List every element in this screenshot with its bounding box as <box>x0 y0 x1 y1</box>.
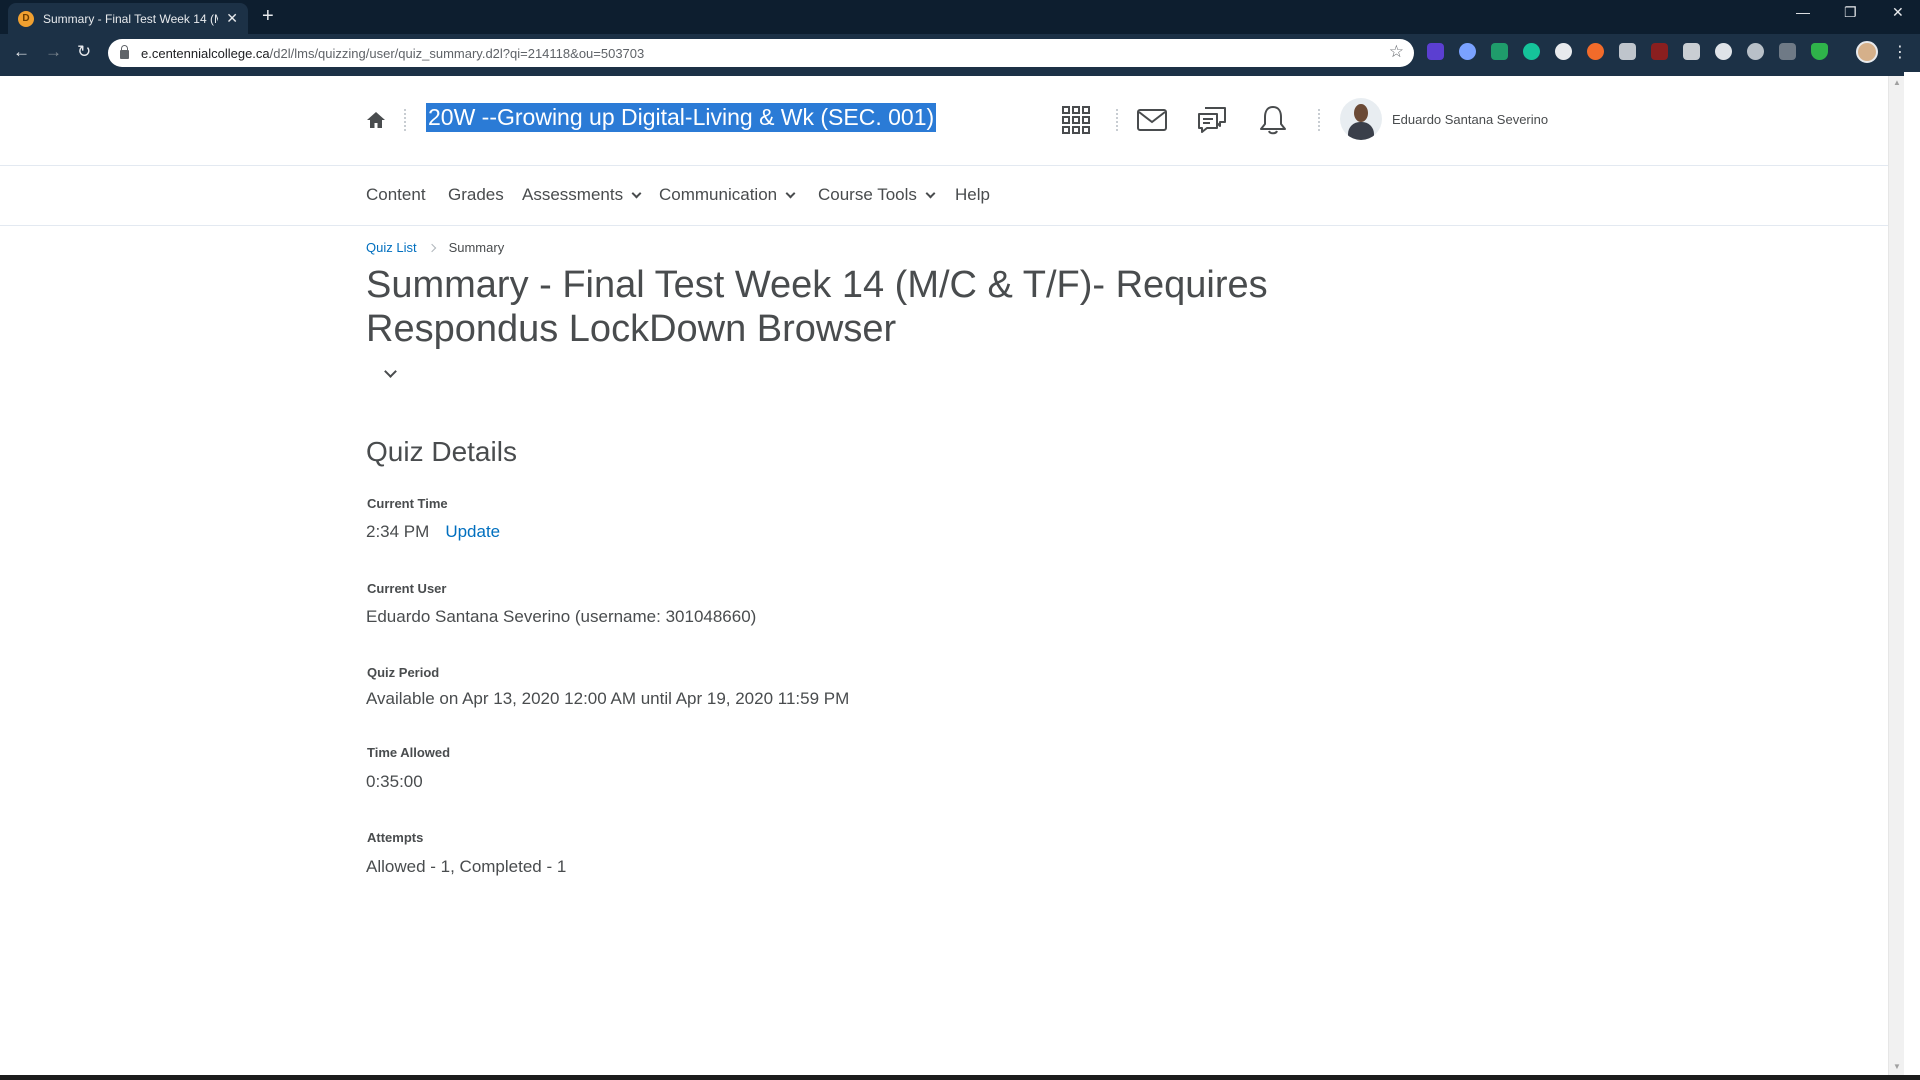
scroll-up-icon[interactable]: ▲ <box>1893 78 1901 87</box>
current-user-value: Eduardo Santana Severino (username: 3010… <box>366 607 757 626</box>
course-selector-grid-icon[interactable] <box>1060 104 1092 136</box>
course-title[interactable]: 20W --Growing up Digital-Living & Wk (SE… <box>426 103 937 132</box>
bookmark-star-icon[interactable]: ☆ <box>1389 42 1404 62</box>
time-allowed-value: 0:35:00 <box>366 772 423 791</box>
close-window-icon[interactable]: ✕ <box>1892 4 1904 21</box>
home-icon[interactable] <box>366 110 386 130</box>
discussions-icon[interactable] <box>1196 104 1228 136</box>
breadcrumb-quiz-list-link[interactable]: Quiz List <box>366 240 417 255</box>
quiz-details-heading: Quiz Details <box>366 436 517 467</box>
time-allowed-label: Time Allowed <box>367 745 451 760</box>
nav-item-assessments[interactable]: Assessments <box>522 185 642 205</box>
page-title: Summary - Final Test Week 14 (M/C & T/F)… <box>366 264 1268 350</box>
course-navbar: Content Grades Assessments Communication… <box>0 166 1904 226</box>
extension-icon[interactable] <box>1747 43 1764 60</box>
update-time-link[interactable]: Update <box>445 522 500 541</box>
grammarly-icon[interactable] <box>1523 43 1540 60</box>
forward-arrow-icon[interactable]: → <box>45 42 62 62</box>
shield-icon[interactable] <box>1811 43 1828 60</box>
notifications-bell-icon[interactable] <box>1257 104 1289 136</box>
chevron-down-icon <box>631 188 642 198</box>
browser-profile-avatar[interactable] <box>1856 41 1878 63</box>
nav-item-course-tools[interactable]: Course Tools <box>818 185 936 205</box>
chevron-down-icon <box>925 188 936 198</box>
extension-icon[interactable] <box>1651 43 1668 60</box>
scroll-down-icon[interactable]: ▼ <box>1893 1062 1901 1071</box>
extension-icon[interactable] <box>1619 43 1636 60</box>
url-text[interactable]: e.centennialcollege.ca/d2l/lms/quizzing/… <box>141 46 644 61</box>
browser-toolbar: ← → ↻ e.centennialcollege.ca/d2l/lms/qui… <box>0 34 1920 72</box>
header-separator <box>404 109 406 131</box>
extensions-row <box>1427 43 1843 60</box>
user-avatar[interactable] <box>1340 98 1382 140</box>
lock-icon <box>120 45 129 59</box>
header-separator <box>1116 109 1118 131</box>
attempts-value: Allowed - 1, Completed - 1 <box>366 857 567 876</box>
current-user-label: Current User <box>367 581 447 596</box>
extension-icon[interactable] <box>1587 43 1604 60</box>
address-bar[interactable]: e.centennialcollege.ca/d2l/lms/quizzing/… <box>108 39 1414 67</box>
minimize-window-icon[interactable]: — <box>1796 4 1810 20</box>
mail-icon[interactable] <box>1136 104 1168 136</box>
chevron-down-icon <box>785 188 796 198</box>
extension-icon[interactable] <box>1683 43 1700 60</box>
current-time-label: Current Time <box>367 496 448 511</box>
quiz-period-label: Quiz Period <box>367 665 440 680</box>
restore-window-icon[interactable]: ❐ <box>1844 4 1857 21</box>
extension-icon[interactable] <box>1779 43 1796 60</box>
nav-item-help[interactable]: Help <box>955 185 990 205</box>
nav-item-content[interactable]: Content <box>366 185 426 205</box>
close-tab-icon[interactable]: ✕ <box>226 10 238 27</box>
extension-icon[interactable] <box>1555 43 1572 60</box>
d2l-favicon-icon: D <box>18 10 34 27</box>
page-scrollbar[interactable]: ▲ ▼ <box>1888 76 1904 1075</box>
new-tab-icon[interactable]: + <box>262 6 274 26</box>
header-separator <box>1318 109 1320 131</box>
reload-icon[interactable]: ↻ <box>77 42 91 62</box>
nav-item-grades[interactable]: Grades <box>448 185 504 205</box>
extension-icon[interactable] <box>1491 43 1508 60</box>
browser-tab[interactable]: D Summary - Final Test Week 14 (M/C ✕ <box>8 3 248 34</box>
title-menu-chevron-icon[interactable] <box>384 365 397 378</box>
chevron-right-icon <box>427 243 436 252</box>
quiz-period-value: Available on Apr 13, 2020 12:00 AM until… <box>366 689 850 708</box>
extension-icon[interactable] <box>1459 43 1476 60</box>
back-arrow-icon[interactable]: ← <box>13 42 30 62</box>
nav-item-communication[interactable]: Communication <box>659 185 796 205</box>
user-name[interactable]: Eduardo Santana Severino <box>1392 112 1548 127</box>
extension-icon[interactable] <box>1427 43 1444 60</box>
attempts-label: Attempts <box>367 830 424 845</box>
breadcrumb-current: Summary <box>448 240 505 255</box>
browser-tab-strip: D Summary - Final Test Week 14 (M/C ✕ + … <box>0 0 1920 34</box>
course-header: 20W --Growing up Digital-Living & Wk (SE… <box>0 76 1904 166</box>
extension-icon[interactable] <box>1715 43 1732 60</box>
browser-menu-icon[interactable]: ⋮ <box>1892 42 1908 62</box>
taskbar-edge <box>0 1075 1920 1080</box>
tab-title: Summary - Final Test Week 14 (M/C <box>43 11 219 26</box>
current-time-value: 2:34 PM Update <box>366 522 501 541</box>
breadcrumb: Quiz List Summary <box>366 240 504 255</box>
page-content: 20W --Growing up Digital-Living & Wk (SE… <box>0 76 1904 1075</box>
